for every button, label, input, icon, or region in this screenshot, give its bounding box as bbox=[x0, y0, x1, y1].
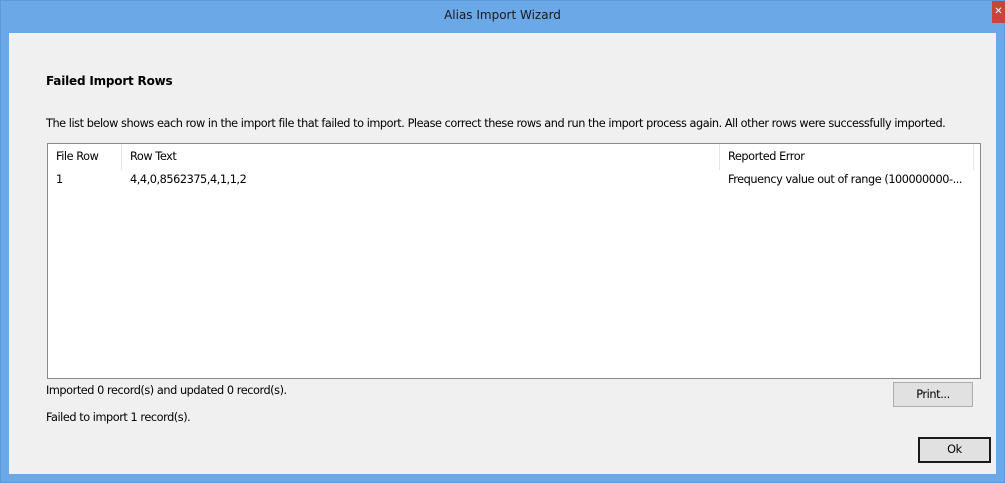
description-text: The list below shows each row in the imp… bbox=[46, 117, 946, 130]
column-header-row-text[interactable]: Row Text bbox=[122, 144, 720, 170]
cell-reported-error: Frequency value out of range (100000000-… bbox=[728, 173, 963, 186]
list-header: File Row Row Text Reported Error bbox=[48, 144, 980, 170]
imported-status-text: Imported 0 record(s) and updated 0 recor… bbox=[46, 384, 287, 397]
print-button[interactable]: Print... bbox=[893, 382, 973, 407]
column-header-reported-error[interactable]: Reported Error bbox=[720, 144, 974, 170]
column-header-file-row[interactable]: File Row bbox=[48, 144, 122, 170]
window-title: Alias Import Wizard bbox=[444, 8, 561, 22]
failed-status-text: Failed to import 1 record(s). bbox=[46, 411, 191, 424]
close-button[interactable]: ✕ bbox=[992, 1, 1005, 23]
ok-button[interactable]: Ok bbox=[918, 437, 991, 463]
section-title: Failed Import Rows bbox=[46, 74, 173, 88]
table-row[interactable]: 1 4,4,0,8562375,4,1,1,2 Frequency value … bbox=[48, 171, 980, 189]
failed-rows-list[interactable]: File Row Row Text Reported Error 1 4,4,0… bbox=[47, 143, 981, 379]
title-bar[interactable]: Alias Import Wizard ✕ bbox=[1, 1, 1005, 33]
cell-row-text: 4,4,0,8562375,4,1,1,2 bbox=[130, 173, 247, 186]
column-divider[interactable] bbox=[973, 144, 974, 170]
cell-file-row: 1 bbox=[56, 173, 63, 186]
close-icon: ✕ bbox=[994, 6, 1003, 17]
